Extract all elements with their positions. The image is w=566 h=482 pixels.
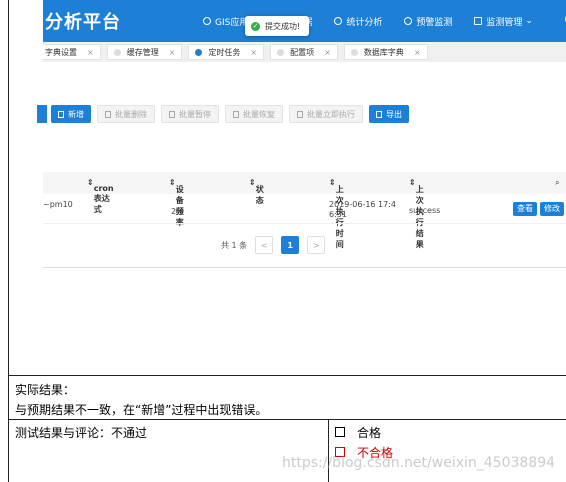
search-icon[interactable]: ⌕ — [555, 178, 559, 188]
close-icon[interactable]: × — [169, 48, 176, 57]
file-icon — [105, 110, 111, 118]
total-count: 共 1 条 — [221, 240, 248, 250]
actual-result-text: 与预期结果不一致，在“新增”过程中出现错误。 — [15, 403, 268, 417]
col-frequency[interactable]: ⇕ 设备频率 — [169, 178, 184, 227]
file-icon — [233, 110, 239, 118]
success-toast: ✓ 提交成功! — [245, 16, 309, 36]
batch-run-now-button[interactable]: 批量立即执行 — [289, 105, 363, 123]
toolbar: 新增 批量删除 批量暂停 批量恢复 批量立即执行 导出 — [43, 105, 415, 123]
tab-scheduled-tasks[interactable]: 定时任务 × — [188, 44, 265, 60]
globe-icon — [203, 17, 211, 25]
check-circle-icon: ✓ — [251, 21, 260, 31]
last-time-line2: 6:31 — [329, 210, 347, 219]
nav-statistics[interactable]: 统计分析 — [334, 15, 382, 28]
app-window: 分析平台 GIS应用 数据 统计分析 预警监测 监测管理⌄ ✓提交成功! 字典设… — [37, 0, 566, 268]
col-last-time[interactable]: ⇕ 上次执行时间 — [329, 178, 344, 249]
actual-result-label: 实际结果： — [15, 383, 76, 397]
tab-config[interactable]: 配置项 × — [270, 44, 338, 60]
task-name: ~pm10 — [43, 200, 73, 209]
close-icon[interactable]: × — [87, 48, 94, 57]
screenshot-cell: 分析平台 GIS应用 数据 统计分析 预警监测 监测管理⌄ ✓提交成功! 字典设… — [9, 0, 566, 376]
batch-pause-button[interactable]: 批量暂停 — [161, 105, 219, 123]
file-icon — [169, 110, 175, 118]
dot-icon — [195, 48, 203, 56]
dot-icon — [277, 48, 285, 56]
edit-button[interactable]: 修改 — [540, 202, 564, 216]
options-cell: 合格 不合格 — [329, 420, 566, 482]
export-button[interactable]: 导出 — [369, 105, 409, 123]
tab-dict-settings[interactable]: 字典设置 × — [43, 44, 101, 60]
brand-title: 分析平台 — [45, 12, 121, 33]
dot-icon — [350, 48, 358, 56]
tab-db-dict[interactable]: 数据库字典 × — [343, 44, 428, 60]
batch-delete-button[interactable]: 批量删除 — [97, 105, 155, 123]
col-last-result[interactable]: ⇕ 上次执行结果 — [409, 178, 424, 249]
close-icon[interactable]: × — [250, 48, 257, 57]
batch-resume-button[interactable]: 批量恢复 — [225, 105, 283, 123]
prev-page-button[interactable]: < — [255, 236, 274, 254]
dot-icon — [113, 48, 121, 56]
actual-result-cell: 实际结果： 与预期结果不一致，在“新增”过程中出现错误。 — [9, 376, 566, 420]
tab-cache[interactable]: 缓存管理 × — [106, 44, 183, 60]
clock-icon — [334, 17, 343, 25]
file-icon — [297, 110, 303, 118]
close-icon[interactable]: × — [324, 48, 331, 57]
close-icon[interactable]: × — [414, 48, 421, 57]
test-report-table: 分析平台 GIS应用 数据 统计分析 预警监测 监测管理⌄ ✓提交成功! 字典设… — [8, 0, 566, 482]
watermark: https://blog.csdn.net/weixin_45038894 — [282, 455, 556, 471]
last-time-line1: 2019-06-16 17:4 — [329, 200, 396, 209]
file-icon — [376, 110, 382, 118]
add-button[interactable]: 新增 — [51, 105, 91, 123]
settings-icon — [404, 17, 413, 25]
conclusion-label: 测试结果与评论：不通过 — [15, 426, 148, 440]
nav-gis[interactable]: GIS应用 — [203, 15, 248, 28]
pagination: 共 1 条 < 1 > — [221, 236, 326, 254]
top-bar: 分析平台 GIS应用 数据 统计分析 预警监测 监测管理⌄ ✓提交成功! — [43, 0, 566, 42]
frequency-cell: 2分 — [171, 207, 185, 216]
chevron-down-icon: ⌄ — [525, 16, 533, 26]
file-icon — [58, 110, 64, 118]
view-button[interactable]: 查看 — [513, 202, 537, 216]
col-cron[interactable]: ⇕ cron表达式 — [87, 178, 114, 214]
page-1-button[interactable]: 1 — [281, 236, 300, 254]
option-pass[interactable]: 合格 — [335, 422, 566, 442]
verdict-row: 测试结果与评论：不通过 合格 不合格 — [9, 420, 566, 482]
conclusion-cell: 测试结果与评论：不通过 — [9, 420, 329, 482]
table-header: ⇕ cron表达式 ⇕ 设备频率 ⇕ 状态 ⇕ 上次执行时间 ⇕ 上次执行结果 … — [43, 172, 566, 249]
checkbox-icon — [335, 427, 345, 437]
tab-strip: 字典设置 × 缓存管理 × 定时任务 × 配置项 × 数据库字典 × — [43, 42, 566, 62]
nav-warning[interactable]: 预警监测 — [404, 15, 452, 28]
nav-monitor[interactable]: 监测管理 ⌄ — [474, 15, 533, 28]
col-status[interactable]: ⇕ 状态 — [249, 178, 264, 205]
monitor-icon — [474, 17, 483, 25]
last-result-cell: success — [409, 206, 441, 215]
table-row[interactable]: ~pm10 2分 2019-06-16 17:4 6:31 success 查看… — [43, 194, 566, 224]
next-page-button[interactable]: > — [307, 236, 326, 254]
